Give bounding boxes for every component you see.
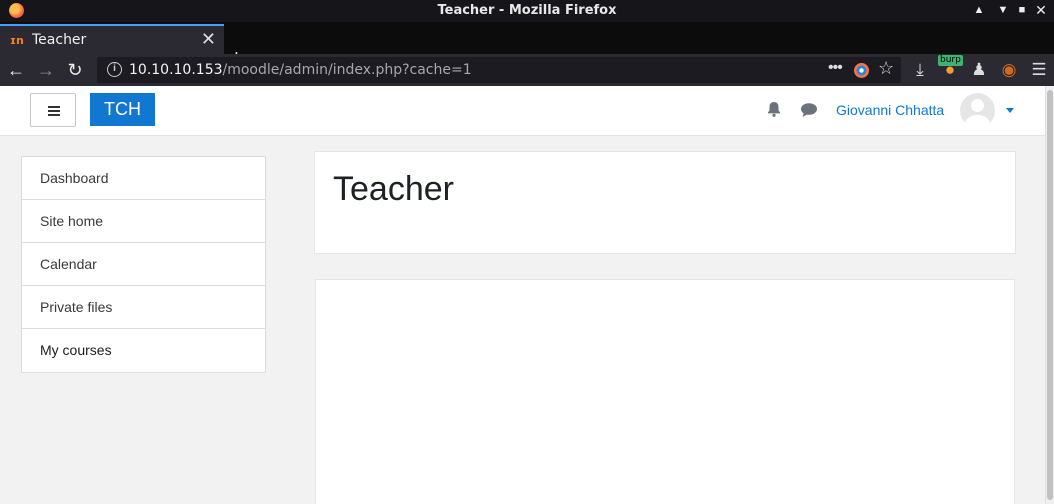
hamburger-menu-icon[interactable]: ☰ — [1028, 58, 1050, 82]
url-host: 10.10.10.153 — [129, 62, 223, 78]
menu-line-icon — [48, 106, 60, 108]
content-card — [315, 279, 1015, 504]
site-info-icon[interactable]: i — [107, 62, 122, 77]
page-header-card: Teacher — [314, 151, 1016, 254]
chevron-down-icon[interactable] — [1006, 108, 1014, 113]
close-tab-icon[interactable]: ✕ — [201, 29, 216, 50]
main-region: Teacher — [286, 136, 1045, 504]
cookie-extension-icon[interactable]: ◉ — [998, 58, 1020, 82]
moodle-favicon-icon: ɪn — [10, 34, 24, 47]
url-text[interactable]: 10.10.10.153/moodle/admin/index.php?cach… — [129, 62, 472, 78]
page-title: Teacher — [333, 170, 454, 208]
page-scrollbar[interactable] — [1045, 86, 1054, 504]
reload-button[interactable]: ↻ — [64, 58, 86, 82]
bell-icon[interactable] — [765, 100, 783, 118]
back-button[interactable]: ← — [5, 58, 27, 82]
minimize-window-icon[interactable]: ▲ — [971, 2, 987, 18]
nav-item-dashboard[interactable]: Dashboard — [22, 157, 265, 200]
avatar-head — [971, 99, 984, 112]
avatar-body — [965, 115, 990, 128]
tab-label: Teacher — [32, 32, 87, 48]
address-bar[interactable]: i 10.10.10.153/moodle/admin/index.php?ca… — [97, 57, 901, 83]
forward-button[interactable]: → — [35, 58, 57, 82]
tab-strip: ɪn Teacher ✕ + — [0, 22, 1054, 69]
maximize-window-icon[interactable]: ■ — [1014, 2, 1030, 18]
nav-drawer: Dashboard Site home Calendar Private fil… — [0, 136, 286, 504]
nav-list: Dashboard Site home Calendar Private fil… — [21, 156, 266, 373]
nav-item-calendar[interactable]: Calendar — [22, 243, 265, 286]
site-brand-link[interactable]: TCH — [90, 93, 155, 126]
window-titlebar: Teacher - Mozilla Firefox ▲ ▼ ■ ✕ — [0, 0, 1054, 22]
burp-badge: burp — [938, 55, 963, 66]
moodle-header: TCH Giovanni Chhatta — [0, 86, 1045, 136]
bookmark-star-icon[interactable]: ☆ — [878, 58, 894, 79]
downloads-icon[interactable]: ⤓ — [909, 58, 931, 82]
restore-window-icon[interactable]: ▼ — [995, 2, 1011, 18]
nav-item-private-files[interactable]: Private files — [22, 286, 265, 329]
messages-icon[interactable] — [800, 101, 818, 119]
nav-item-site-home[interactable]: Site home — [22, 200, 265, 243]
user-avatar[interactable] — [960, 93, 995, 128]
window-title: Teacher - Mozilla Firefox — [437, 3, 617, 18]
scrollbar-thumb[interactable] — [1047, 90, 1053, 500]
url-path: /moodle/admin/index.php?cache=1 — [222, 62, 472, 78]
page-actions-menu-icon[interactable]: ••• — [828, 59, 843, 77]
tab-teacher[interactable]: ɪn Teacher ✕ — [0, 24, 224, 54]
nav-item-my-courses[interactable]: My courses — [22, 329, 265, 372]
close-window-icon[interactable]: ✕ — [1033, 2, 1049, 18]
extension-target-icon[interactable] — [854, 63, 869, 78]
menu-line-icon — [48, 110, 60, 112]
user-menu-name[interactable]: Giovanni Chhatta — [836, 102, 944, 118]
browser-toolbar: ← → ↻ i 10.10.10.153/moodle/admin/index.… — [0, 54, 1054, 86]
web-page: TCH Giovanni Chhatta Dashboard Site home… — [0, 86, 1054, 504]
drawer-toggle-button[interactable] — [30, 93, 76, 127]
extension-puzzle-icon[interactable]: ♟ — [968, 58, 990, 82]
menu-line-icon — [48, 114, 60, 116]
